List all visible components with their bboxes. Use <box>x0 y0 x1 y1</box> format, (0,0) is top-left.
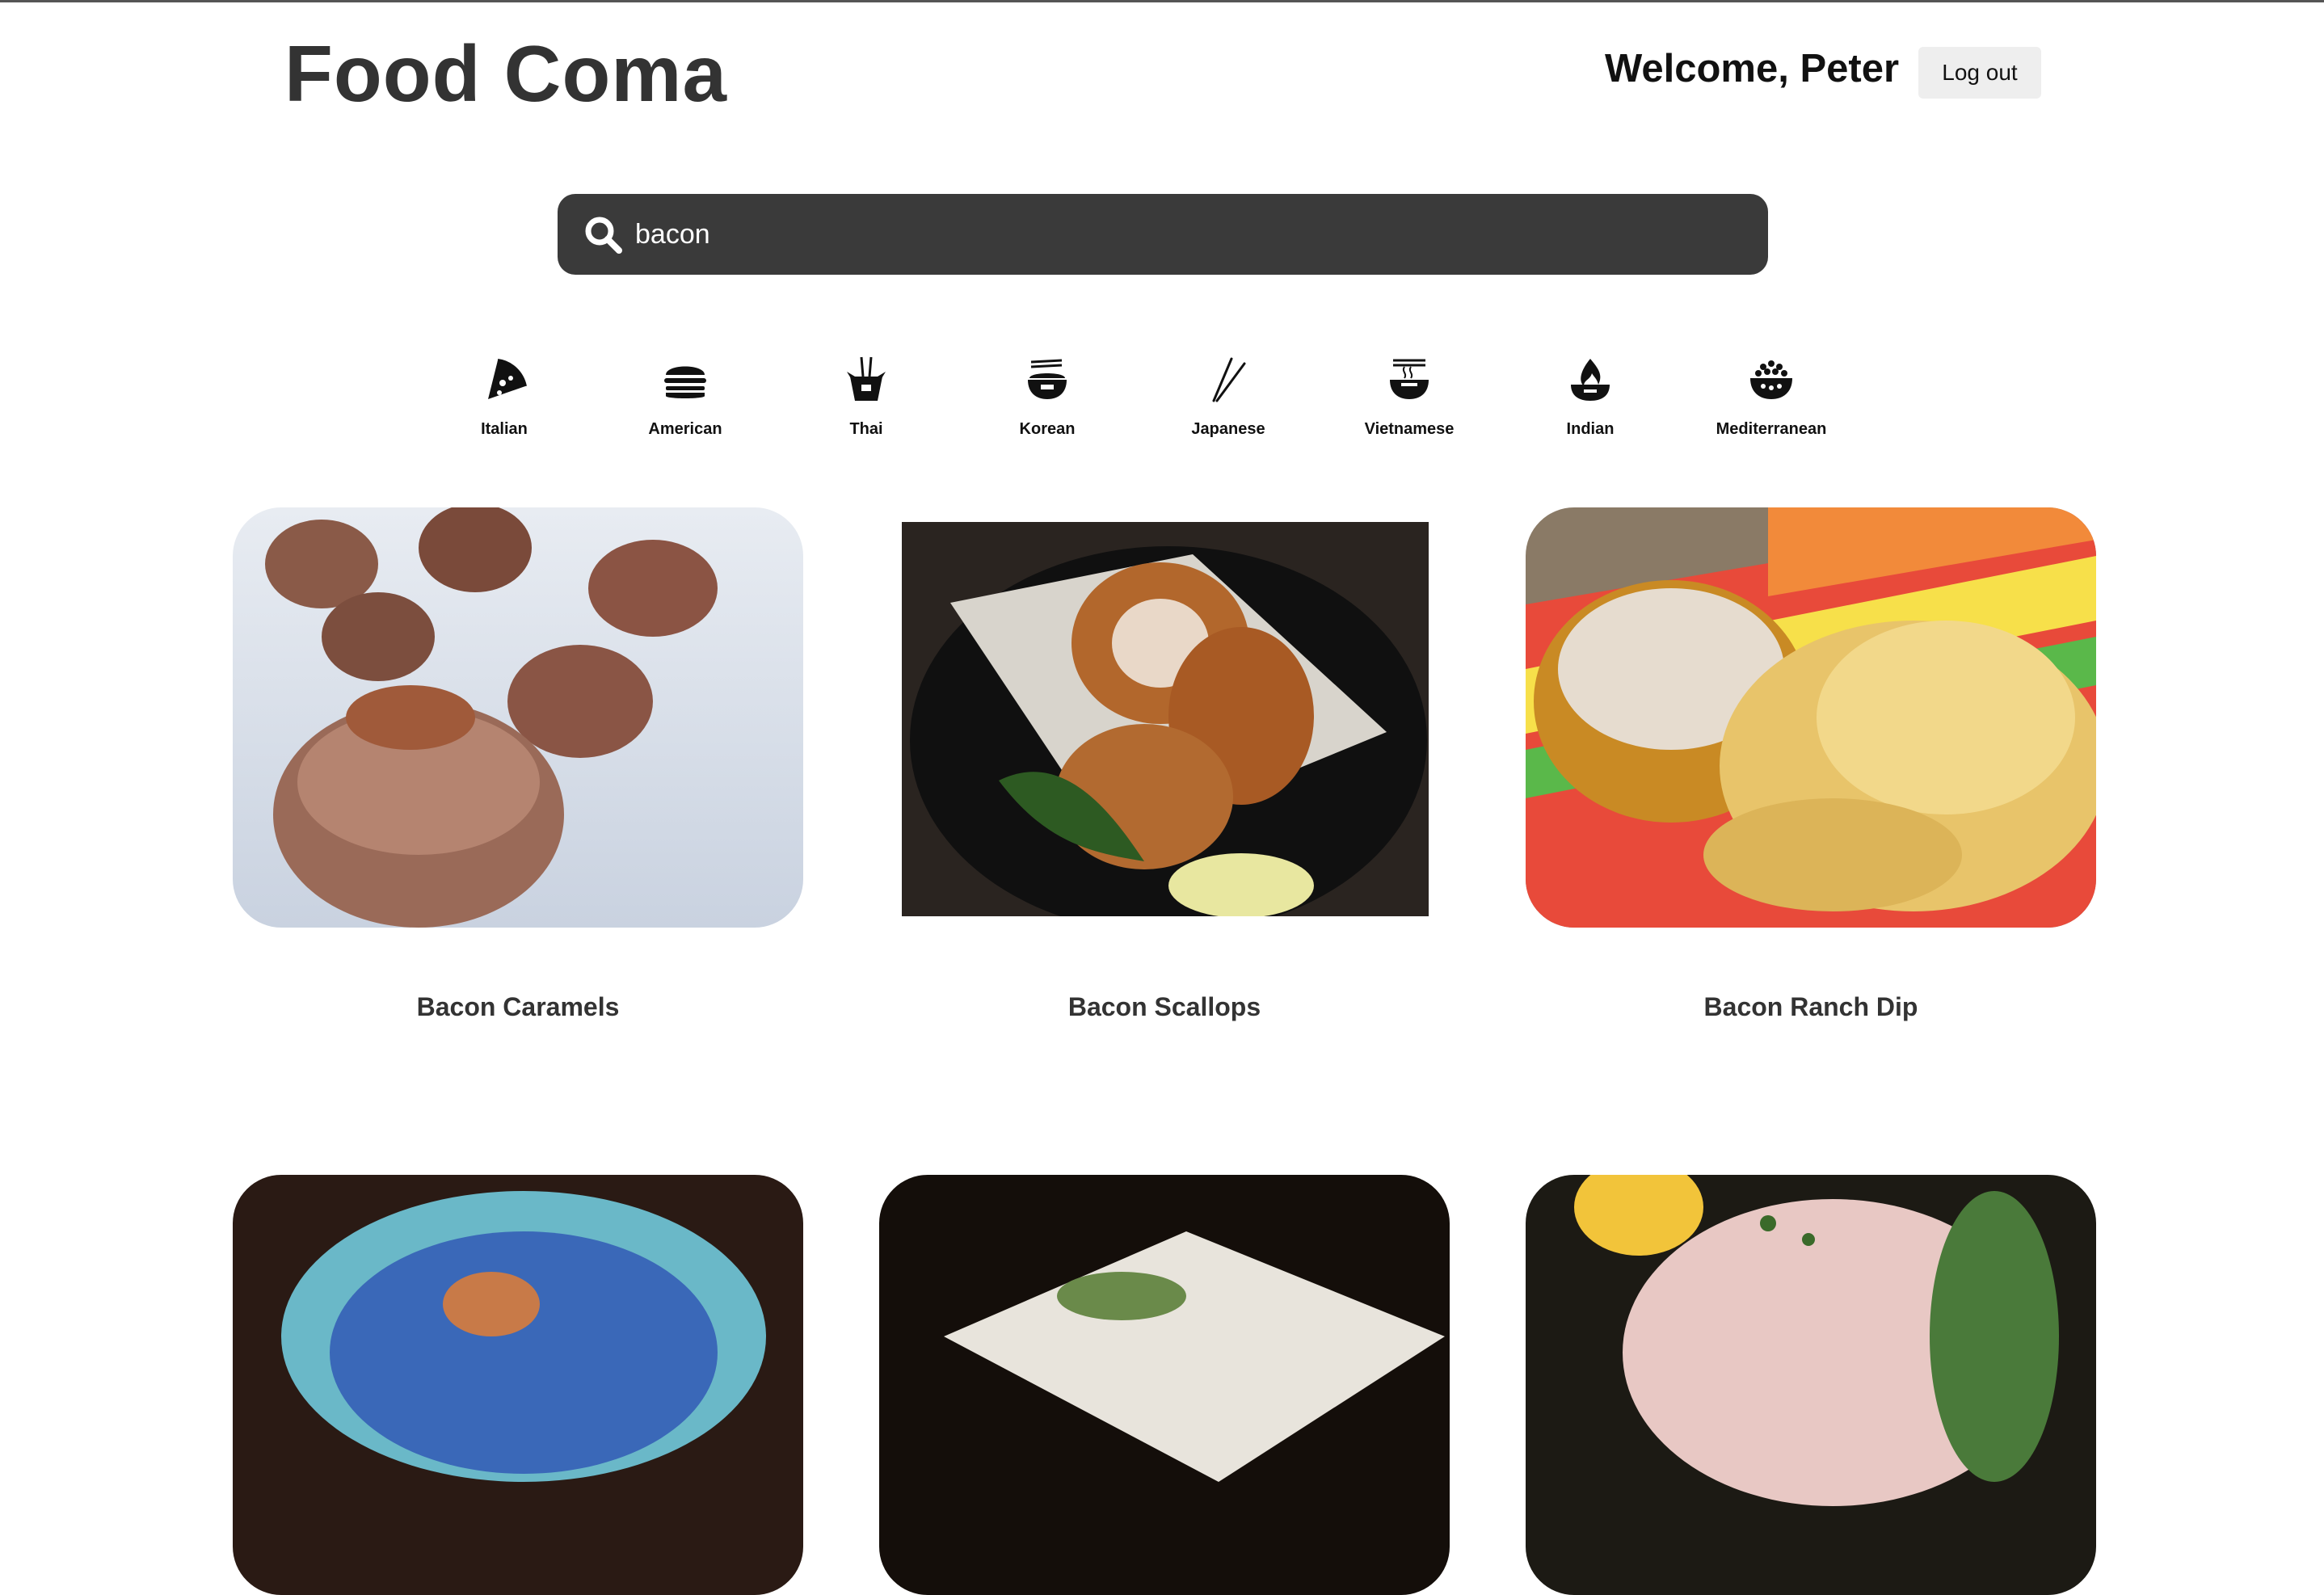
category-label: Korean <box>1019 420 1076 438</box>
pizza-icon <box>488 359 527 399</box>
category-japanese[interactable]: Japanese <box>1147 356 1309 461</box>
category-label: Thai <box>849 420 883 438</box>
search-bar[interactable] <box>558 194 1768 275</box>
category-label: Mediterranean <box>1716 420 1827 438</box>
category-label: Japanese <box>1191 420 1265 438</box>
recipe-image[interactable] <box>233 507 803 928</box>
category-label: Vietnamese <box>1364 420 1455 438</box>
category-label: American <box>648 420 722 438</box>
category-mediterranean[interactable]: Mediterranean <box>1690 356 1852 461</box>
grain-bowl-icon <box>1750 360 1792 399</box>
rice-bowl-icon <box>1028 359 1067 399</box>
takeout-box-icon <box>847 356 886 401</box>
category-bar: Italian American Thai Korean Japanese Vi… <box>0 356 2324 469</box>
app-title[interactable]: Food Coma <box>284 30 727 118</box>
category-vietnamese[interactable]: Vietnamese <box>1328 356 1490 461</box>
category-italian[interactable]: Italian <box>423 356 585 461</box>
top-border <box>0 0 2324 2</box>
welcome-message: Welcome, Peter <box>1605 47 1900 90</box>
category-thai[interactable]: Thai <box>785 356 947 461</box>
category-indian[interactable]: Indian <box>1509 356 1671 461</box>
noodle-bowl-icon <box>1390 359 1429 399</box>
category-label: Indian <box>1566 420 1615 438</box>
recipe-title[interactable]: Bacon Caramels <box>233 992 803 1022</box>
recipe-image[interactable] <box>1526 1175 2096 1595</box>
fire-pot-icon <box>1571 359 1610 401</box>
recipe-image[interactable] <box>1526 507 2096 928</box>
search-input[interactable] <box>635 210 1734 259</box>
recipe-image[interactable] <box>879 1175 1450 1595</box>
logout-button[interactable]: Log out <box>1918 47 2041 99</box>
recipe-image[interactable] <box>902 522 1429 916</box>
burger-icon <box>664 366 706 398</box>
category-american[interactable]: American <box>604 356 766 461</box>
category-label: Italian <box>481 420 528 438</box>
chopsticks-icon <box>1212 357 1246 402</box>
recipe-title[interactable]: Bacon Ranch Dip <box>1526 992 2096 1022</box>
recipe-image[interactable] <box>233 1175 803 1595</box>
recipe-title[interactable]: Bacon Scallops <box>879 992 1450 1022</box>
category-korean[interactable]: Korean <box>966 356 1128 461</box>
search-icon <box>585 217 622 254</box>
